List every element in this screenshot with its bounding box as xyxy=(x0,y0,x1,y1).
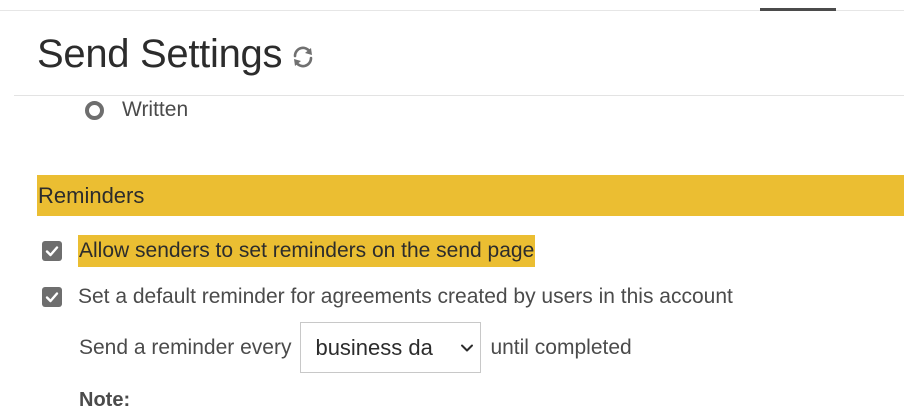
refresh-icon[interactable] xyxy=(290,44,316,70)
reminder-frequency-value: business da xyxy=(315,334,433,360)
checkmark-icon xyxy=(45,246,59,257)
reminder-frequency-select[interactable]: business da xyxy=(300,322,482,373)
reminder-prefix-text: Send a reminder every xyxy=(79,335,292,359)
chevron-down-icon xyxy=(461,344,474,352)
active-tab-indicator xyxy=(760,8,836,11)
reminder-suffix-text: until completed xyxy=(490,335,632,359)
page-title: Send Settings xyxy=(37,32,283,76)
allow-senders-reminders-option[interactable]: Allow senders to set reminders on the se… xyxy=(42,235,536,267)
default-reminder-option[interactable]: Set a default reminder for agreements cr… xyxy=(42,281,733,313)
radio-label: Written xyxy=(122,98,189,121)
allow-senders-label: Allow senders to set reminders on the se… xyxy=(78,235,536,267)
page-header: Send Settings xyxy=(37,30,316,78)
section-title: Reminders xyxy=(38,182,145,208)
checkmark-icon xyxy=(45,292,59,303)
radio-button[interactable] xyxy=(85,100,104,120)
allow-senders-checkbox[interactable] xyxy=(42,241,62,261)
note-label: Note: xyxy=(79,389,131,411)
default-reminder-checkbox[interactable] xyxy=(42,287,62,307)
reminders-section-header: Reminders xyxy=(37,175,904,216)
radio-option-written[interactable]: Written xyxy=(85,97,188,123)
header-divider xyxy=(14,95,904,96)
send-settings-page: Send Settings Written Reminders Allow se… xyxy=(0,0,904,415)
default-reminder-label: Set a default reminder for agreements cr… xyxy=(78,285,733,308)
reminder-frequency-row: Send a reminder every business da until … xyxy=(79,322,632,373)
